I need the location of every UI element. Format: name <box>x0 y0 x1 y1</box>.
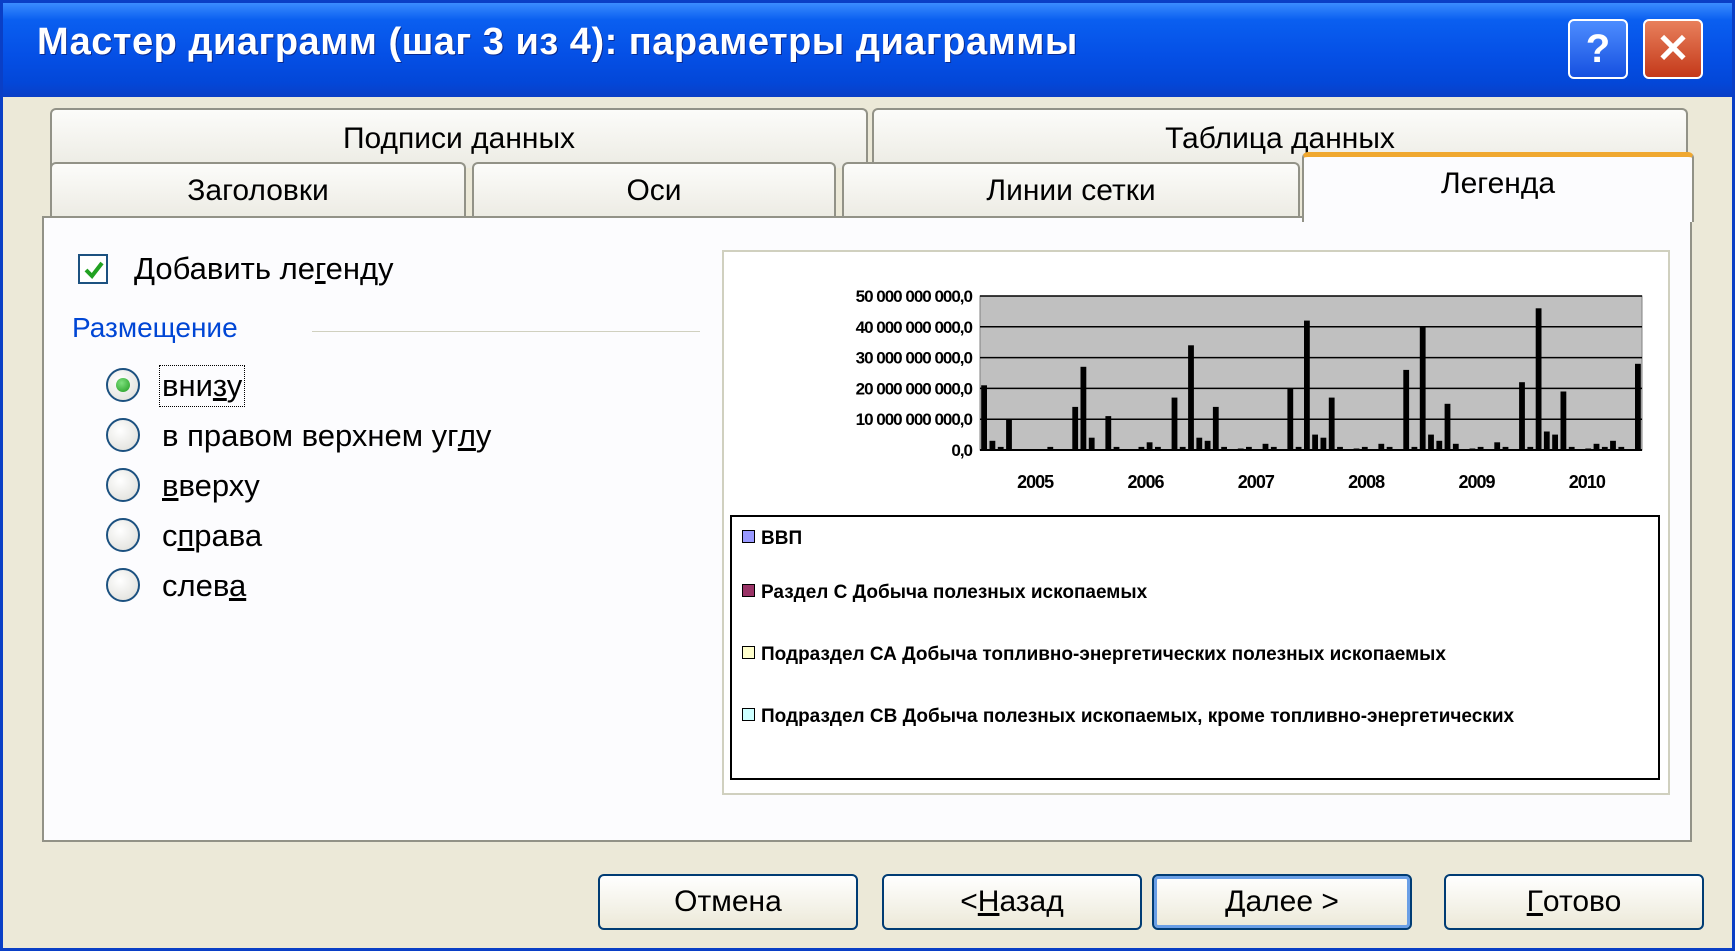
bar <box>1328 397 1335 450</box>
placement-top-right-label[interactable]: в правом верхнем углу <box>162 418 491 454</box>
placement-bottom-label[interactable]: внизу <box>158 365 246 407</box>
bar <box>1105 416 1112 450</box>
checkmark-icon <box>84 261 104 280</box>
tab-titles[interactable]: Заголовки <box>50 162 466 218</box>
legend-item: Подраздел СВ Добыча полезных ископаемых,… <box>742 703 1632 730</box>
legend-item: ВВП <box>742 525 1632 552</box>
x-tick-label: 2008 <box>1348 472 1385 492</box>
bar <box>1428 434 1434 450</box>
legend-label: Раздел С Добыча полезных ископаемых <box>761 582 1148 603</box>
bar <box>1146 442 1153 450</box>
legend-swatch <box>742 708 755 721</box>
placement-right-radio[interactable] <box>106 518 140 552</box>
bar <box>1519 382 1525 450</box>
y-tick-label: 50 000 000 000,0 <box>856 287 973 306</box>
legend-item: Подраздел СА Добыча топливно-энергетичес… <box>742 641 1632 668</box>
x-tick-label: 2009 <box>1458 472 1495 492</box>
bar <box>1436 440 1443 450</box>
bar <box>1188 345 1194 450</box>
bar <box>1560 391 1567 450</box>
bar <box>1304 320 1310 450</box>
x-tick-label: 2010 <box>1569 472 1606 492</box>
legend-swatch <box>742 584 755 597</box>
legend-swatch <box>742 646 755 659</box>
legend-label: ВВП <box>761 528 803 549</box>
bar <box>1312 434 1318 450</box>
window-title: Мастер диаграмм (шаг 3 из 4): параметры … <box>37 21 1078 63</box>
placement-bottom-radio[interactable] <box>106 368 140 402</box>
title-bar[interactable]: Мастер диаграмм (шаг 3 из 4): параметры … <box>3 3 1732 97</box>
add-legend-checkbox[interactable] <box>78 254 108 284</box>
bar <box>1403 369 1410 450</box>
legend-item: Раздел С Добыча полезных ископаемых <box>742 579 1632 606</box>
bar <box>1552 434 1558 450</box>
tab-gridlines[interactable]: Линии сетки <box>842 162 1300 218</box>
bar <box>1088 437 1095 450</box>
next-button[interactable]: Далее > <box>1152 874 1412 930</box>
plot-area <box>979 295 1643 451</box>
bar <box>1419 326 1426 450</box>
bar <box>989 440 996 450</box>
x-tick-label: 2005 <box>1017 472 1054 492</box>
bar <box>1072 406 1079 450</box>
radio-selected-dot <box>116 378 130 392</box>
placement-top-radio[interactable] <box>106 468 140 502</box>
bar <box>1171 397 1178 450</box>
chart-plot: 50 000 000 000,0 40 000 000 000,0 30 000 0… <box>856 287 1643 492</box>
y-tick-label: 20 000 000 000,0 <box>856 379 973 398</box>
y-tick-label: 40 000 000 000,0 <box>856 318 973 337</box>
bar <box>1212 406 1219 450</box>
tab-axes[interactable]: Оси <box>472 162 836 218</box>
legend-swatch <box>742 530 755 543</box>
bar <box>1287 388 1294 450</box>
back-button[interactable]: < Назад <box>882 874 1142 930</box>
bar <box>1320 437 1327 450</box>
bar <box>1543 431 1550 450</box>
placement-left-label[interactable]: слева <box>162 568 246 604</box>
placement-right-label[interactable]: справа <box>162 518 262 554</box>
cancel-button[interactable]: Отмена <box>598 874 858 930</box>
y-tick-label: 30 000 000 000,0 <box>856 349 973 368</box>
bar <box>981 385 987 450</box>
close-button[interactable]: ✕ <box>1643 19 1703 79</box>
x-tick-label: 2007 <box>1238 472 1275 492</box>
legend-label: Подраздел СА Добыча топливно-энергетичес… <box>761 644 1446 665</box>
legend-label: Подраздел СВ Добыча полезных ископаемых,… <box>761 706 1515 727</box>
bar <box>1635 363 1641 450</box>
placement-group-divider <box>312 331 700 332</box>
bar <box>1006 419 1012 450</box>
help-button[interactable]: ? <box>1568 19 1628 79</box>
bar <box>1196 437 1203 450</box>
add-legend-label[interactable]: Добавить легенду <box>134 251 394 287</box>
y-tick-label: 10 000 000 000,0 <box>856 410 973 429</box>
placement-group-title: Размещение <box>72 312 238 343</box>
tab-legend[interactable]: Легенда <box>1302 152 1694 222</box>
bar <box>1610 440 1616 450</box>
bar <box>1204 440 1211 450</box>
chart-legend: ВВП Раздел С Добыча полезных ископаемых … <box>730 515 1660 780</box>
tab-data-labels[interactable]: Подписи данных <box>50 108 868 168</box>
bar <box>1535 308 1542 450</box>
placement-left-radio[interactable] <box>106 568 140 602</box>
x-tick-label: 2006 <box>1127 472 1164 492</box>
y-tick-label: 0,0 <box>951 441 972 460</box>
placement-top-label[interactable]: вверху <box>162 468 260 504</box>
placement-top-right-radio[interactable] <box>106 418 140 452</box>
bar <box>1494 442 1501 450</box>
tab-legend-label: Легенда <box>1440 166 1556 200</box>
bar <box>1080 366 1087 450</box>
finish-button[interactable]: Готово <box>1444 874 1704 930</box>
bar <box>1444 403 1451 450</box>
